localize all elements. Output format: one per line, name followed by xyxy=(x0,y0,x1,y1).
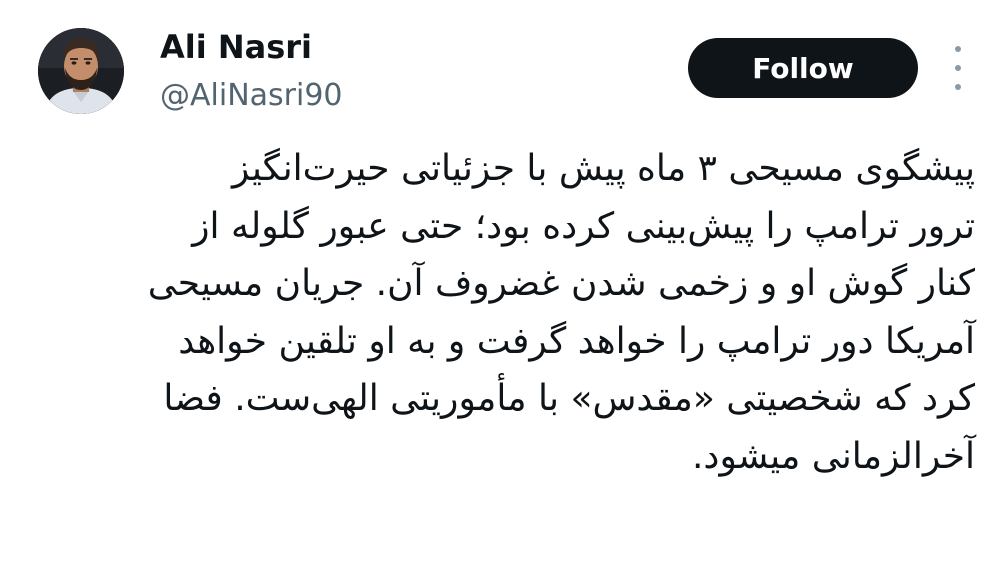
more-dot xyxy=(955,84,961,90)
author-handle[interactable]: @AliNasri90 xyxy=(160,78,343,113)
tweet-text-line: آمریکا دور ترامپ را خواهد گرفت و به او ت… xyxy=(178,320,975,362)
more-dot xyxy=(955,46,961,52)
more-vertical-icon[interactable] xyxy=(946,46,970,90)
tweet-text-line: کرد که شخصیتی «مقدس» با مأموریتی الهی‌ست… xyxy=(163,378,975,419)
more-dot xyxy=(955,65,961,71)
tweet-text-line: ترور ترامپ را پیش‌بینی کرده بود؛ حتی عبو… xyxy=(192,205,975,247)
tweet-text-line: آخرالزمانی میشود. xyxy=(691,435,975,477)
author-name[interactable]: Ali Nasri xyxy=(160,28,312,66)
tweet-text: پیشگوی مسیحی ۳ ماه پیش با جزئیاتی حیرت‌ا… xyxy=(40,140,975,485)
profile-photo-icon xyxy=(38,28,124,114)
follow-button[interactable]: Follow xyxy=(688,38,918,98)
avatar[interactable] xyxy=(38,28,124,114)
tweet-text-line: پیشگوی مسیحی ۳ ماه پیش با جزئیاتی حیرت‌ا… xyxy=(232,148,975,189)
tweet-card: Ali Nasri @AliNasri90 Follow پیشگوی مسیح… xyxy=(0,0,1000,562)
tweet-text-line: کنار گوش او و زخمی شدن غضروف آن. جریان م… xyxy=(147,263,975,304)
